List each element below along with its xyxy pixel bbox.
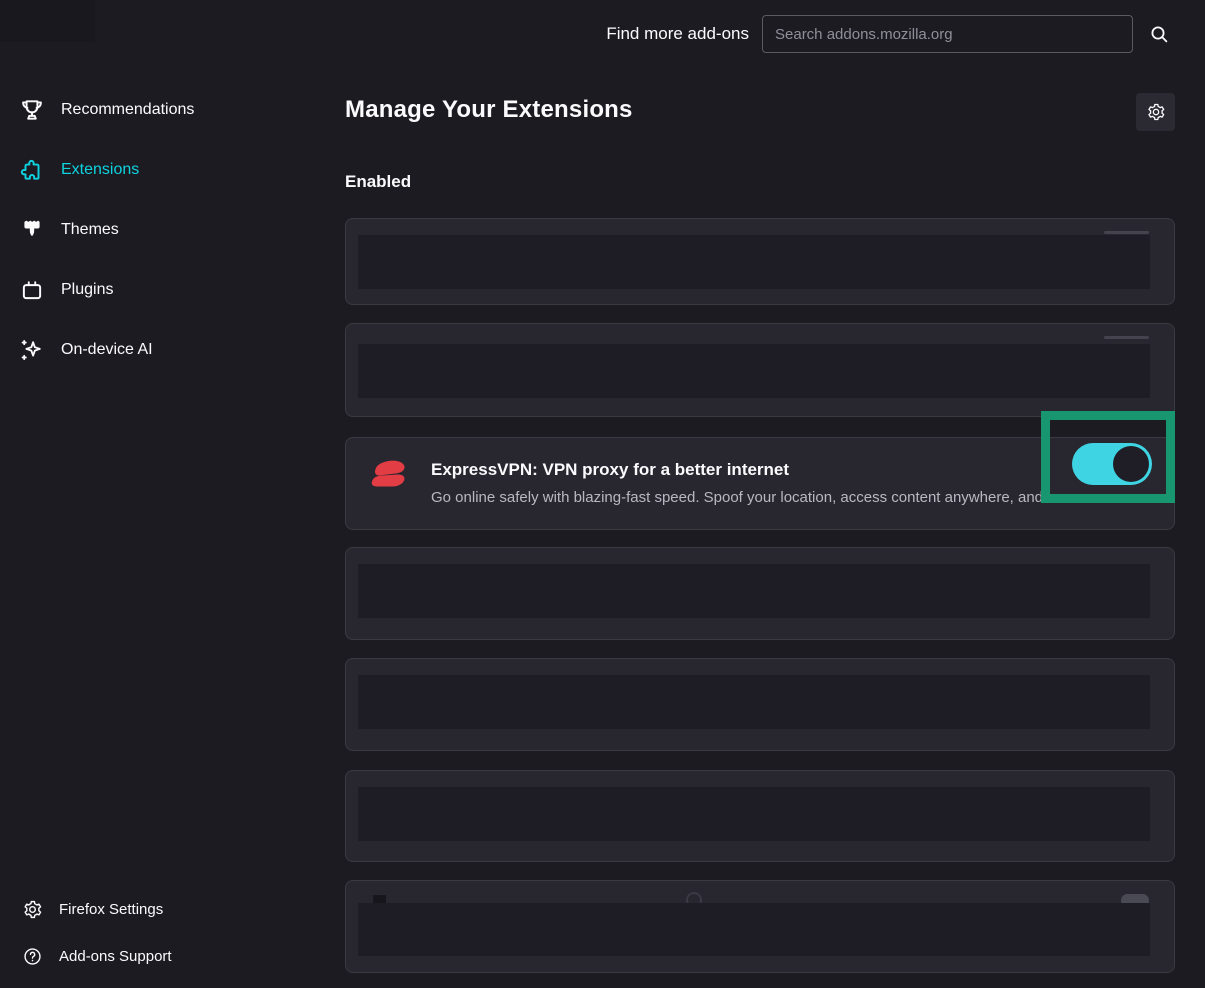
extension-card-redacted [345, 880, 1175, 973]
magnifier-icon [1147, 22, 1171, 46]
sidebar-item-label: Plugins [61, 281, 113, 299]
search-button[interactable] [1146, 21, 1172, 47]
sidebar-item-label: Recommendations [61, 101, 194, 119]
category-sidebar: Recommendations Extensions Themes Plugin… [0, 90, 340, 390]
extension-card-expressvpn: ExpressVPN: VPN proxy for a better inter… [345, 437, 1175, 530]
redaction-overlay [358, 344, 1150, 398]
gear-icon [1146, 102, 1166, 122]
sidebar-item-plugins[interactable]: Plugins [0, 270, 340, 310]
sidebar-item-addons-support[interactable]: Add-ons Support [0, 940, 340, 972]
redacted-toggle-placeholder [1104, 231, 1149, 234]
sidebar-item-extensions[interactable]: Extensions [0, 150, 340, 190]
sidebar-item-label: Themes [61, 221, 119, 239]
sidebar-footer-label: Add-ons Support [59, 948, 172, 965]
trophy-icon [18, 96, 46, 124]
paintbrush-icon [18, 216, 46, 244]
find-more-addons-label: Find more add-ons [606, 24, 749, 44]
extension-card-redacted [345, 770, 1175, 862]
question-icon [21, 945, 43, 967]
extension-name-link[interactable]: ExpressVPN: VPN proxy for a better inter… [431, 460, 789, 480]
sidebar-item-themes[interactable]: Themes [0, 210, 340, 250]
sidebar-item-label: Extensions [61, 161, 139, 179]
enabled-section-heading: Enabled [345, 172, 411, 192]
extension-enable-toggle[interactable] [1072, 443, 1152, 485]
puzzle-icon [18, 156, 46, 184]
sidebar-footer-label: Firefox Settings [59, 901, 163, 918]
extension-card-redacted [345, 323, 1175, 417]
tools-menu-button[interactable] [1136, 93, 1175, 131]
extension-card-redacted [345, 547, 1175, 640]
toggle-knob [1113, 446, 1149, 482]
extension-description: Go online safely with blazing-fast speed… [431, 489, 1156, 506]
redaction-overlay [358, 235, 1150, 289]
sidebar-item-recommendations[interactable]: Recommendations [0, 90, 340, 130]
addons-search-bar: Find more add-ons [0, 15, 1205, 53]
extension-card-redacted [345, 218, 1175, 305]
extension-card-redacted [345, 658, 1175, 751]
expressvpn-logo [363, 451, 415, 503]
sidebar-item-label: On-device AI [61, 341, 153, 359]
gear-icon [21, 898, 43, 920]
plug-icon [18, 276, 46, 304]
redaction-overlay [358, 675, 1150, 729]
sidebar-item-on-device-ai[interactable]: On-device AI [0, 330, 340, 370]
redacted-toggle-placeholder [1104, 336, 1149, 339]
search-input[interactable] [762, 15, 1133, 53]
redaction-overlay [358, 564, 1150, 618]
redaction-overlay [358, 903, 1150, 956]
sidebar-footer: Firefox Settings Add-ons Support [0, 893, 340, 987]
sparkle-icon [18, 336, 46, 364]
page-title: Manage Your Extensions [345, 96, 633, 124]
sidebar-item-firefox-settings[interactable]: Firefox Settings [0, 893, 340, 925]
redaction-overlay [358, 787, 1150, 841]
